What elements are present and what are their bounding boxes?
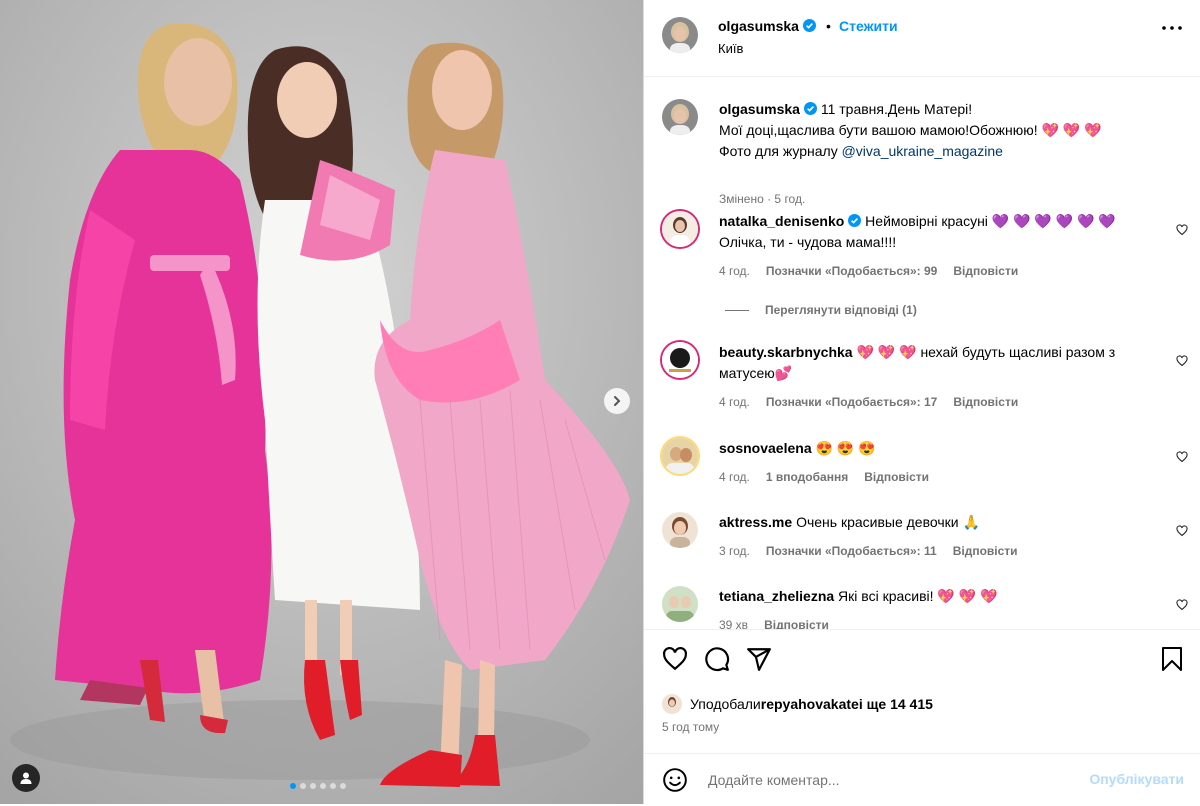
header-separator: • (826, 18, 831, 34)
commenter-avatar[interactable] (662, 438, 698, 474)
comment-text: Олічка, ти - чудова мама!!!! (719, 234, 897, 250)
caption-text: 11 травня.День Матері! (820, 101, 973, 117)
comment-likes[interactable]: 1 вподобання (766, 470, 848, 484)
reply-button[interactable]: Відповісти (953, 395, 1018, 409)
comment-username[interactable]: beauty.skarbnychka (719, 344, 853, 360)
comment-text: 😍 😍 😍 (815, 440, 876, 456)
comment-username[interactable]: tetiana_zheliezna (719, 588, 834, 604)
comment-input[interactable] (706, 767, 1070, 793)
comment-text: Очень красивые девочки 🙏 (796, 514, 980, 530)
chevron-right-icon (614, 396, 621, 406)
share-icon[interactable] (746, 646, 772, 672)
user-tag-button[interactable] (12, 764, 40, 792)
comment-likes[interactable]: Позначки «Подобається»: 99 (766, 264, 937, 278)
liked-by-count[interactable]: і ще 14 415 (859, 696, 933, 712)
comment-time[interactable]: 39 хв (719, 618, 748, 629)
user-tag-icon (20, 772, 32, 784)
emoji-icon[interactable] (662, 767, 688, 793)
commenter-avatar[interactable] (662, 512, 698, 548)
save-icon[interactable] (1160, 646, 1184, 672)
comment-text: Неймовірні красуні 💜 💜 💜 💜 💜 💜 (865, 213, 1116, 229)
commenter-avatar[interactable] (662, 211, 698, 247)
post-location[interactable]: Київ (718, 41, 743, 56)
comment-like-icon[interactable] (1176, 355, 1188, 367)
comments-list[interactable]: olgasumska 11 травня.День Матері! Мої до… (644, 77, 1200, 629)
author-avatar[interactable] (662, 17, 698, 53)
slide-dot (290, 783, 296, 789)
next-slide-button[interactable] (604, 388, 630, 414)
comment-like-icon[interactable] (1176, 451, 1188, 463)
comment-time[interactable]: 4 год. (719, 395, 750, 409)
slide-indicator (290, 783, 346, 789)
more-icon[interactable] (1162, 26, 1182, 30)
author-username[interactable]: olgasumska (718, 18, 816, 34)
reply-button[interactable]: Відповісти (953, 264, 1018, 278)
comment-time[interactable]: 4 год. (719, 264, 750, 278)
commenter-avatar[interactable] (662, 586, 698, 622)
reply-button[interactable]: Відповісти (953, 544, 1018, 558)
author-avatar[interactable] (662, 99, 698, 135)
comment-like-icon[interactable] (1176, 525, 1188, 537)
slide-dot (320, 783, 326, 789)
comment-username[interactable]: sosnovaelena (719, 440, 812, 456)
comment-time[interactable]: 3 год. (719, 544, 750, 558)
post-header: olgasumska • Стежити Київ (644, 0, 1200, 77)
caption-mention[interactable]: @viva_ukraine_magazine (842, 143, 1003, 159)
add-comment-bar: Опублікувати (644, 753, 1200, 806)
comment-like-icon[interactable] (1176, 599, 1188, 611)
slide-dot (310, 783, 316, 789)
liked-by[interactable]: Уподобали repyahovakate і ще 14 415 (662, 694, 933, 714)
caption-text: Мої доці,щаслива бути вашою мамою!Обожню… (719, 122, 1102, 138)
slide-dot (300, 783, 306, 789)
post-media[interactable] (0, 0, 643, 804)
comment-likes[interactable]: Позначки «Подобається»: 11 (766, 544, 937, 558)
replies-line (725, 309, 749, 311)
commenter-avatar[interactable] (662, 342, 698, 378)
slide-dot (330, 783, 336, 789)
liker-avatar (662, 694, 682, 714)
reply-button[interactable]: Відповісти (864, 470, 929, 484)
follow-button[interactable]: Стежити (839, 18, 898, 34)
comment-time[interactable]: 4 год. (719, 470, 750, 484)
post-side-panel: olgasumska • Стежити Київ olgasumska 11 … (643, 0, 1200, 804)
comment-username[interactable]: natalka_denisenko (719, 213, 862, 229)
caption-meta: Змінено · 5 год. (719, 192, 806, 206)
comment-icon[interactable] (704, 646, 730, 672)
comment-like-icon[interactable] (1176, 224, 1188, 236)
post-photo (0, 0, 643, 804)
comment-text: Які всі красиві! 💖 💖 💖 (838, 588, 998, 604)
post-time[interactable]: 5 год тому (662, 720, 719, 734)
view-replies-button[interactable]: Переглянути відповіді (1) (725, 303, 917, 317)
post-actions: Уподобали repyahovakate і ще 14 415 5 го… (644, 629, 1200, 805)
caption-text: Фото для журналу (719, 143, 842, 159)
post-comment-button[interactable]: Опублікувати (1089, 771, 1184, 787)
slide-dot (340, 783, 346, 789)
verified-icon (803, 102, 817, 115)
caption-username[interactable]: olgasumska (719, 101, 817, 117)
liked-by-prefix: Уподобали (690, 696, 761, 712)
verified-icon (848, 214, 862, 227)
heart-icon[interactable] (662, 646, 688, 672)
comment-likes[interactable]: Позначки «Подобається»: 17 (766, 395, 937, 409)
liked-by-user[interactable]: repyahovakate (761, 696, 859, 712)
verified-icon (802, 19, 816, 32)
reply-button[interactable]: Відповісти (764, 618, 829, 629)
comment-username[interactable]: aktress.me (719, 514, 792, 530)
